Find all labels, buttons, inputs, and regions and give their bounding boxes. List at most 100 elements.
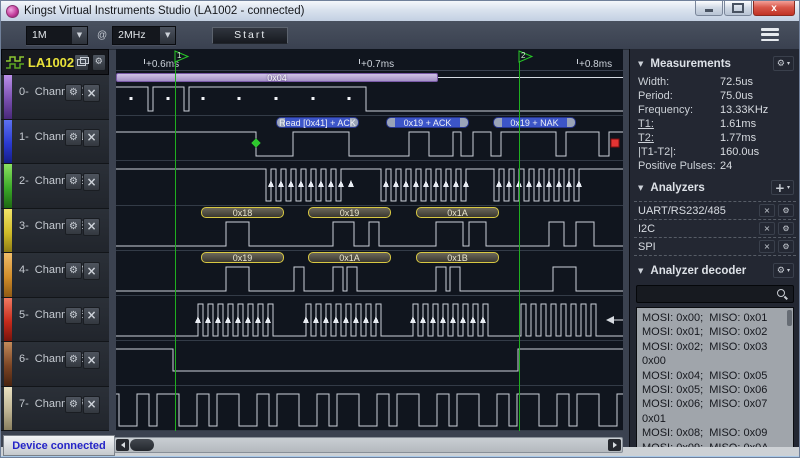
time-ruler[interactable]: +0.6ms +0.7ms +0.8ms	[116, 49, 623, 71]
collapse-triangle-icon[interactable]: ▼	[638, 60, 643, 68]
collapse-triangle-icon[interactable]: ▼	[638, 184, 643, 192]
gear-icon[interactable]: ⚙	[778, 222, 794, 235]
waveform-row-7[interactable]	[116, 386, 623, 431]
sample-rate-select[interactable]: 2MHz ▼	[112, 26, 176, 45]
chevron-down-icon[interactable]: ▼	[71, 27, 87, 44]
channel1-color-strip	[4, 120, 12, 164]
menu-button[interactable]	[761, 28, 779, 41]
gear-icon[interactable]: ⚙	[778, 204, 794, 217]
decoder-header[interactable]: ▼ Analyzer decoder ⚙▾	[630, 256, 800, 282]
sample-depth-select[interactable]: 1M ▼	[26, 26, 88, 45]
channel-row-6[interactable]: 6-Channel 6 ⚙ ×	[1, 342, 109, 387]
waveform-row-6[interactable]	[116, 341, 623, 386]
decoder-item[interactable]: 0x00	[637, 354, 793, 368]
decoder-item[interactable]: MOSI: 0x00; MISO: 0x01	[637, 311, 793, 325]
device-settings-button[interactable]: ⚙	[92, 54, 106, 71]
start-button[interactable]: Start	[212, 27, 288, 44]
time-marker-1-line[interactable]	[175, 62, 176, 431]
minimize-button[interactable]	[695, 1, 723, 16]
scroll-left-button[interactable]	[116, 439, 129, 451]
waveform-row-3[interactable]: 0x18 0x19 0x1A	[116, 206, 623, 251]
gear-icon[interactable]: ⚙	[65, 262, 82, 279]
scrollbar-thumb[interactable]	[130, 439, 154, 451]
spi-decode-bar[interactable]: 0x1A	[416, 207, 499, 218]
measurements-header[interactable]: ▼ Measurements ⚙▾	[630, 49, 800, 75]
trigger-start-marker[interactable]	[251, 138, 261, 148]
decoder-settings-button[interactable]: ⚙▾	[773, 263, 794, 278]
spi-decode-bar[interactable]: 0x1B	[416, 252, 499, 263]
decoder-item[interactable]: 0x01	[637, 412, 793, 426]
channel-row-5[interactable]: 5-Channel 5 ⚙ ×	[1, 298, 109, 343]
close-icon[interactable]: ×	[83, 218, 100, 236]
channel6-trace	[116, 341, 623, 386]
scrollbar-thumb[interactable]	[787, 310, 792, 326]
add-analyzer-button[interactable]: +▾	[771, 180, 794, 195]
time-marker-1-flag[interactable]: 1	[174, 50, 192, 63]
analyzers-header[interactable]: ▼ Analyzers +▾	[630, 173, 800, 199]
waveform-row-5[interactable]	[116, 296, 623, 341]
decoder-item[interactable]: MOSI: 0x08; MISO: 0x09	[637, 426, 793, 440]
analyzer-row[interactable]: UART/RS232/485 ×⚙	[634, 201, 796, 219]
channel-row-2[interactable]: 2-Channel 2 ⚙ ×	[1, 164, 109, 209]
channel-row-3[interactable]: 3-Channel 3 ⚙ ×	[1, 209, 109, 254]
collapse-triangle-icon[interactable]: ▼	[638, 267, 643, 275]
scroll-right-button[interactable]	[608, 439, 621, 451]
decoder-item[interactable]: MOSI: 0x01; MISO: 0x02	[637, 325, 793, 339]
t2-link[interactable]: T2:	[638, 132, 720, 144]
gear-icon[interactable]: ⚙	[65, 84, 82, 101]
trigger-stop-marker[interactable]	[611, 139, 619, 147]
measurements-settings-button[interactable]: ⚙▾	[773, 56, 794, 71]
i2c-decode-bar[interactable]: 0x19 + NAK	[493, 117, 576, 128]
gear-icon[interactable]: ⚙	[65, 173, 82, 190]
gear-icon[interactable]: ⚙	[65, 307, 82, 324]
chevron-down-icon[interactable]: ▼	[159, 27, 175, 44]
i2c-decode-bar[interactable]: 0x19 + ACK	[386, 117, 469, 128]
spi-decode-bar[interactable]: 0x19	[201, 252, 284, 263]
gear-icon[interactable]: ⚙	[65, 396, 82, 413]
spi-decode-bar[interactable]: 0x1A	[308, 252, 391, 263]
channel-row-4[interactable]: 4-Channel 4 ⚙ ×	[1, 253, 109, 298]
close-icon[interactable]: ×	[83, 262, 100, 280]
gear-icon[interactable]: ⚙	[778, 240, 794, 253]
time-marker-2-flag[interactable]: 2	[518, 50, 536, 63]
i2c-decode-bar[interactable]: Read [0x41] + ACK	[276, 117, 359, 128]
horizontal-scrollbar[interactable]	[114, 437, 623, 453]
decoder-results-list[interactable]: MOSI: 0x00; MISO: 0x01 MOSI: 0x01; MISO:…	[636, 307, 794, 455]
restore-view-button[interactable]	[74, 54, 88, 71]
waveform-area[interactable]: +0.6ms +0.7ms +0.8ms 0x04	[116, 49, 623, 431]
waveform-row-4[interactable]: 0x19 0x1A 0x1B	[116, 251, 623, 296]
decoder-item[interactable]: MOSI: 0x05; MISO: 0x06	[637, 383, 793, 397]
t1-link[interactable]: T1:	[638, 118, 720, 130]
decoder-item[interactable]: MOSI: 0x02; MISO: 0x03	[637, 340, 793, 354]
gear-icon[interactable]: ⚙	[65, 129, 82, 146]
close-icon[interactable]: ×	[83, 84, 100, 102]
spi-decode-bar[interactable]: 0x18	[201, 207, 284, 218]
decoder-item[interactable]: MOSI: 0x06; MISO: 0x07	[637, 397, 793, 411]
close-button[interactable]: x	[753, 1, 795, 16]
spi-decode-bar[interactable]: 0x19	[308, 207, 391, 218]
close-icon[interactable]: ×	[83, 307, 100, 325]
close-icon[interactable]: ×	[83, 396, 100, 414]
close-icon[interactable]: ×	[83, 173, 100, 191]
time-marker-2-line[interactable]	[519, 62, 520, 431]
analyzer-row[interactable]: SPI ×⚙	[634, 237, 796, 255]
gear-icon[interactable]: ⚙	[65, 351, 82, 368]
gear-icon[interactable]: ⚙	[65, 218, 82, 235]
close-icon[interactable]: ×	[759, 240, 775, 253]
decoder-search-input[interactable]	[636, 285, 794, 303]
channel-row-1[interactable]: 1-Channel 1 ⚙ ×	[1, 120, 109, 165]
channel5-color-strip	[4, 298, 12, 342]
waveform-row-1[interactable]: Read [0x41] + ACK 0x19 + ACK 0x19 + NAK	[116, 116, 623, 161]
close-icon[interactable]: ×	[759, 204, 775, 217]
close-icon[interactable]: ×	[83, 351, 100, 369]
analyzer-row[interactable]: I2C ×⚙	[634, 219, 796, 237]
close-icon[interactable]: ×	[83, 129, 100, 147]
close-icon[interactable]: ×	[759, 222, 775, 235]
channel-row-7[interactable]: 7-Channel 7 ⚙ ×	[1, 387, 109, 432]
waveform-row-2[interactable]	[116, 161, 623, 206]
titlebar[interactable]: Kingst Virtual Instruments Studio (LA100…	[1, 1, 799, 22]
decoder-item[interactable]: MOSI: 0x04; MISO: 0x05	[637, 369, 793, 383]
waveform-row-0[interactable]: 0x04	[116, 71, 623, 116]
channel-row-0[interactable]: 0-Channel 0 ⚙ ×	[1, 75, 109, 120]
maximize-button[interactable]	[724, 1, 752, 16]
